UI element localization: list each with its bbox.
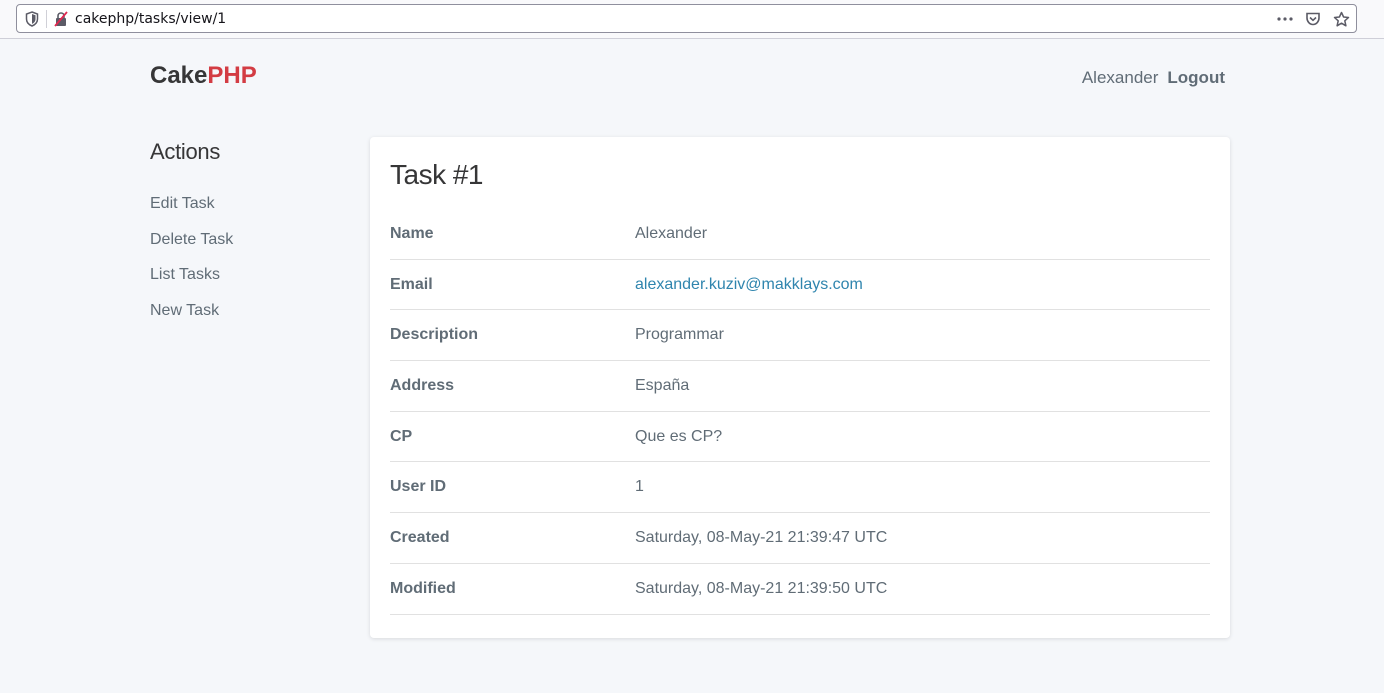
tracking-shield-icon[interactable] — [25, 11, 39, 27]
field-label: Name — [390, 224, 434, 242]
field-value: Programmar — [635, 326, 724, 344]
task-title: Task #1 — [390, 159, 484, 190]
table-row-name: Name Alexander — [390, 209, 1210, 260]
address-actions — [1276, 10, 1350, 28]
table-row-email: Email alexander.kuziv@makklays.com — [390, 260, 1210, 311]
field-value: 1 — [635, 478, 644, 496]
field-label: Address — [390, 376, 455, 394]
field-label: Created — [390, 528, 450, 546]
logout-link[interactable]: Logout — [1167, 68, 1225, 88]
actions-heading: Actions — [150, 139, 221, 164]
table-row-cp: CP Que es CP? — [390, 412, 1210, 463]
email-link[interactable]: alexander.kuziv@makklays.com — [635, 276, 863, 294]
edit-task-link[interactable]: Edit Task — [150, 194, 350, 214]
actions-sidebar: Actions Edit Task Delete Task List Tasks… — [150, 138, 350, 336]
table-row-user-id: User ID 1 — [390, 462, 1210, 514]
url-text[interactable]: cakephp/tasks/view/1 — [75, 10, 226, 28]
task-details-table: Name Alexander Email alexander.kuziv@mak… — [390, 209, 1210, 615]
brand-cake: Cake — [150, 62, 208, 89]
table-row-modified: Modified Saturday, 08-May-21 21:39:50 UT… — [390, 564, 1210, 615]
bookmark-star-icon[interactable] — [1332, 10, 1350, 28]
field-label: Email — [390, 275, 433, 293]
user-name: Alexander — [1081, 68, 1159, 87]
table-row-description: Description Programmar — [390, 310, 1210, 362]
brand-logo[interactable]: CakePHP — [150, 62, 257, 90]
browser-toolbar: cakephp/tasks/view/1 — [0, 0, 1384, 39]
field-value: Que es CP? — [635, 427, 723, 445]
brand-php: PHP — [207, 62, 257, 89]
pocket-icon[interactable] — [1304, 10, 1322, 28]
field-label: User ID — [390, 478, 447, 496]
field-label: CP — [390, 427, 413, 445]
task-view-card: Task #1 Name Alexander Email alexander.k… — [370, 137, 1230, 638]
field-value: Saturday, 08-May-21 21:39:50 UTC — [635, 579, 888, 597]
new-task-link[interactable]: New Task — [150, 301, 350, 321]
address-bar[interactable]: cakephp/tasks/view/1 — [16, 4, 1357, 33]
field-value: España — [635, 376, 690, 394]
table-row-address: Address España — [390, 361, 1210, 412]
field-value: Saturday, 08-May-21 21:39:47 UTC — [635, 528, 888, 546]
insecure-connection-icon[interactable] — [53, 11, 69, 27]
field-value: Alexander — [635, 224, 708, 242]
field-label: Description — [390, 326, 479, 344]
delete-task-link[interactable]: Delete Task — [150, 230, 350, 250]
field-label: Modified — [390, 579, 456, 597]
user-nav: Alexander Logout — [1082, 68, 1225, 88]
address-divider — [46, 10, 47, 28]
list-tasks-link[interactable]: List Tasks — [150, 265, 350, 285]
more-actions-icon[interactable] — [1276, 10, 1294, 28]
table-row-created: Created Saturday, 08-May-21 21:39:47 UTC — [390, 513, 1210, 564]
